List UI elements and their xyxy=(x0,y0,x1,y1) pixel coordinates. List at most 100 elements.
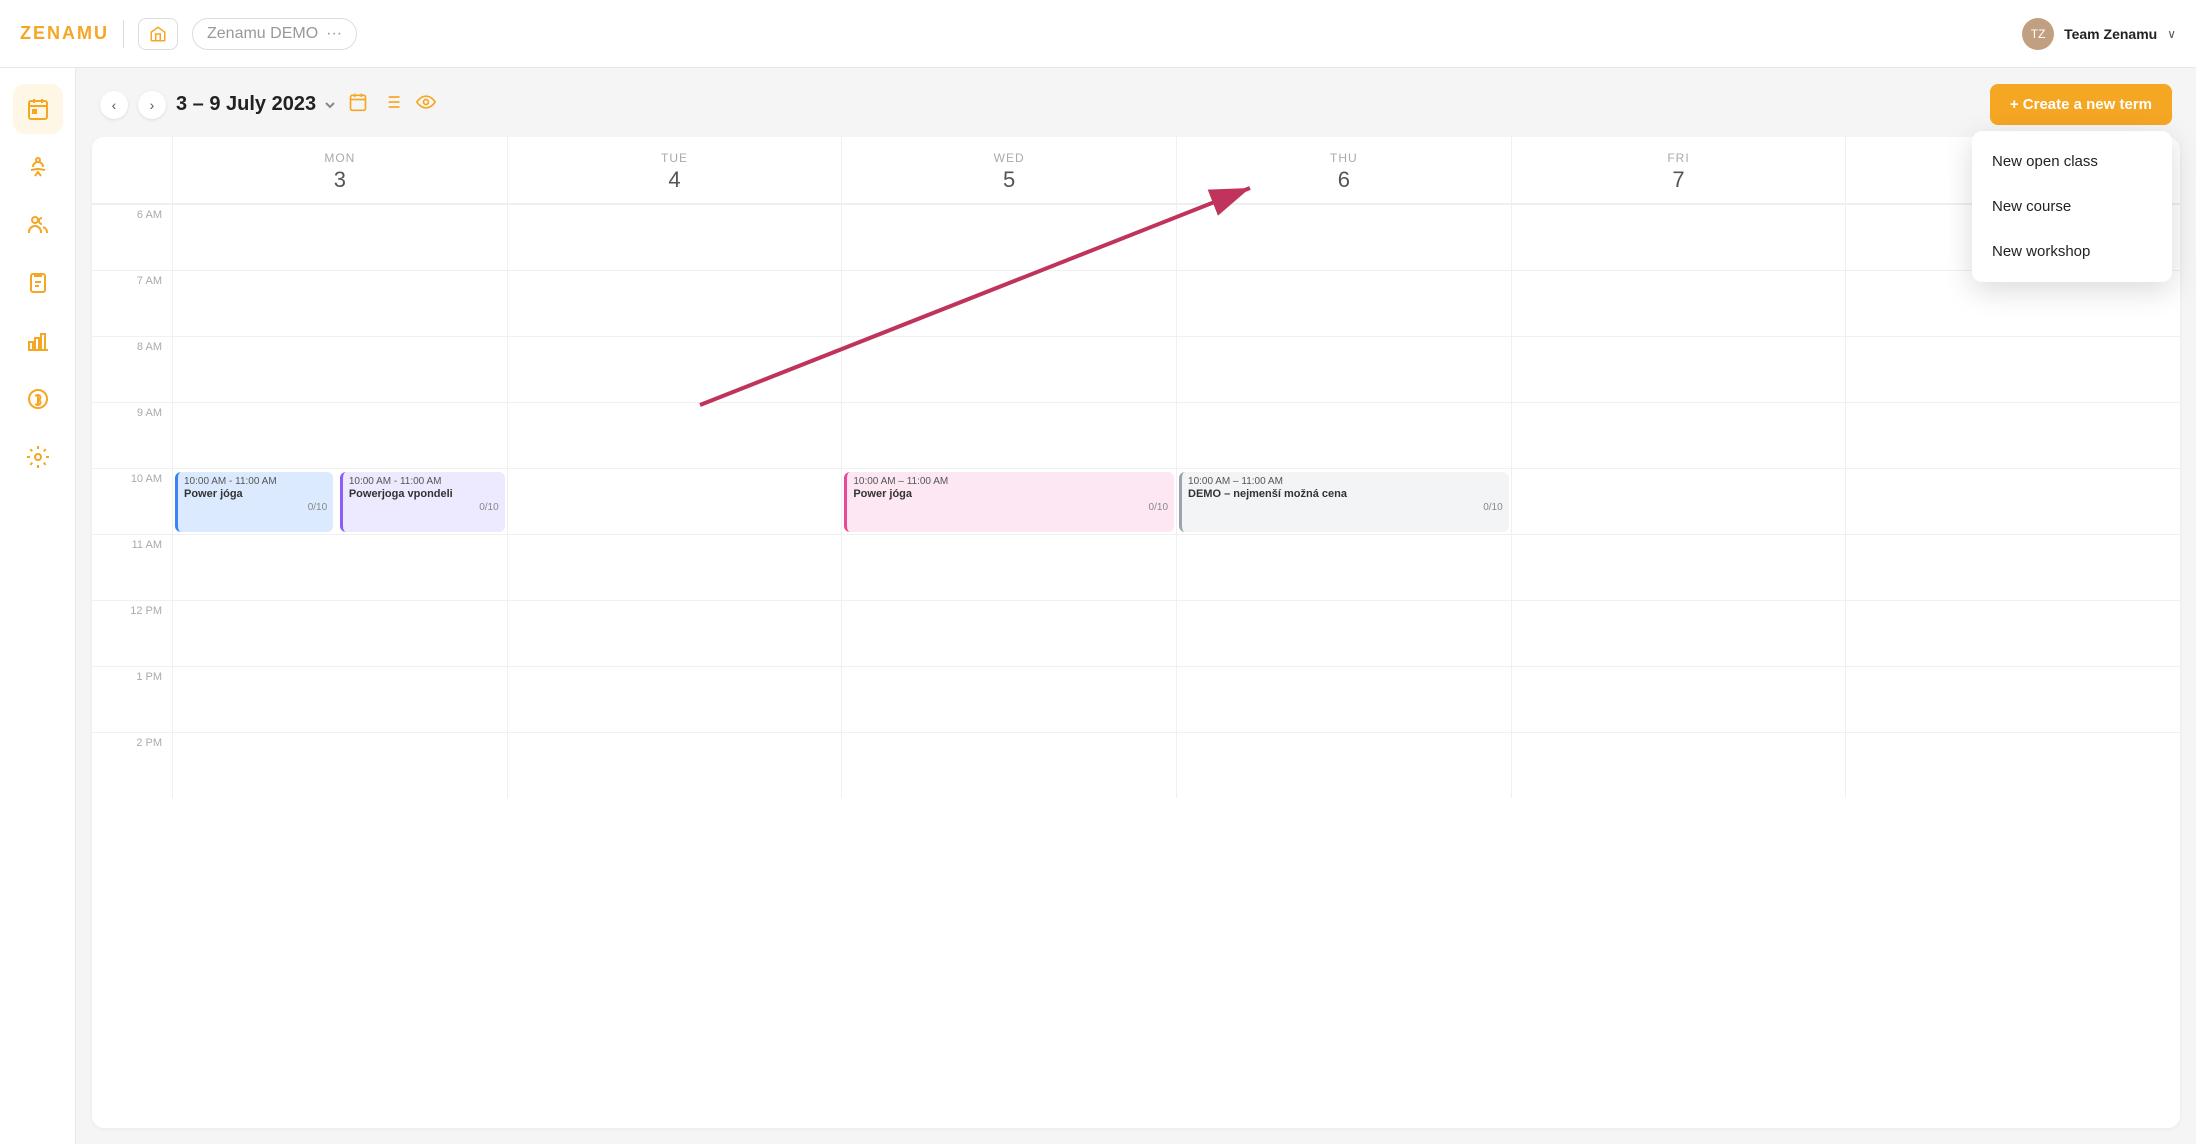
fri-slot-10am[interactable] xyxy=(1512,468,1846,534)
mon-slot-6am[interactable] xyxy=(173,204,507,270)
clipboard-icon xyxy=(26,271,50,295)
time-9am: 9 AM xyxy=(92,402,172,468)
sat-slot-8am[interactable] xyxy=(1846,336,2180,402)
event-power-joga-mon2[interactable]: 10:00 AM - 11:00 AM Powerjoga vpondeli 0… xyxy=(340,472,505,532)
new-course-item[interactable]: New course xyxy=(1972,184,2172,229)
home-icon xyxy=(149,25,167,43)
create-term-button[interactable]: + Create a new term xyxy=(1990,84,2172,125)
fri-slot-9am[interactable] xyxy=(1512,402,1846,468)
logo: ZENAMU xyxy=(20,23,109,44)
tue-slot-7am[interactable] xyxy=(508,270,842,336)
sidebar-item-chart[interactable] xyxy=(13,316,63,366)
sat-slot-1pm[interactable] xyxy=(1846,666,2180,732)
sat-slot-12pm[interactable] xyxy=(1846,600,2180,666)
tue-slot-6am[interactable] xyxy=(508,204,842,270)
day-col-fri[interactable] xyxy=(1511,204,1846,798)
fri-slot-11am[interactable] xyxy=(1512,534,1846,600)
create-term-label: + Create a new term xyxy=(2010,96,2152,113)
wed-slot-6am[interactable] xyxy=(842,204,1176,270)
list-view-icon[interactable] xyxy=(382,92,402,117)
sidebar-item-wellness[interactable] xyxy=(13,142,63,192)
sidebar-item-billing[interactable] xyxy=(13,374,63,424)
event-power-joga-wed[interactable]: 10:00 AM – 11:00 AM Power jóga 0/10 xyxy=(844,472,1174,532)
day-name-wed: WED xyxy=(846,151,1172,165)
next-week-button[interactable]: › xyxy=(138,91,166,119)
wed-slot-2pm[interactable] xyxy=(842,732,1176,798)
date-range-button[interactable]: 3 – 9 July 2023 xyxy=(176,93,338,116)
wed-slot-7am[interactable] xyxy=(842,270,1176,336)
wed-slot-8am[interactable] xyxy=(842,336,1176,402)
day-number-wed: 5 xyxy=(846,167,1172,193)
event-title: Powerjoga vpondeli xyxy=(349,488,499,500)
thu-slot-2pm[interactable] xyxy=(1177,732,1511,798)
mon-slot-12pm[interactable] xyxy=(173,600,507,666)
main-content: ‹ › 3 – 9 July 2023 xyxy=(76,68,2196,1144)
visibility-icon[interactable] xyxy=(416,92,436,117)
tue-slot-9am[interactable] xyxy=(508,402,842,468)
time-10am: 10 AM xyxy=(92,468,172,534)
thu-slot-11am[interactable] xyxy=(1177,534,1511,600)
wed-slot-12pm[interactable] xyxy=(842,600,1176,666)
thu-slot-8am[interactable] xyxy=(1177,336,1511,402)
sat-slot-10am[interactable] xyxy=(1846,468,2180,534)
thu-slot-12pm[interactable] xyxy=(1177,600,1511,666)
day-col-mon[interactable]: 10:00 AM - 11:00 AM Power jóga 0/10 10:0… xyxy=(172,204,507,798)
fri-slot-12pm[interactable] xyxy=(1512,600,1846,666)
tue-slot-1pm[interactable] xyxy=(508,666,842,732)
day-col-sat[interactable] xyxy=(1845,204,2180,798)
fri-slot-1pm[interactable] xyxy=(1512,666,1846,732)
day-col-tue[interactable] xyxy=(507,204,842,798)
event-power-joga-mon1[interactable]: 10:00 AM - 11:00 AM Power jóga 0/10 xyxy=(175,472,333,532)
tue-slot-10am[interactable] xyxy=(508,468,842,534)
fri-slot-6am[interactable] xyxy=(1512,204,1846,270)
event-capacity: 0/10 xyxy=(349,502,499,513)
wed-slot-9am[interactable] xyxy=(842,402,1176,468)
workspace-button[interactable]: Zenamu DEMO ··· xyxy=(192,18,357,50)
day-number-thu: 6 xyxy=(1181,167,1507,193)
calendar-view-icon[interactable] xyxy=(348,92,368,117)
people-icon xyxy=(26,213,50,237)
thu-slot-9am[interactable] xyxy=(1177,402,1511,468)
user-menu-chevron[interactable]: ∨ xyxy=(2167,27,2176,41)
tue-slot-2pm[interactable] xyxy=(508,732,842,798)
thu-slot-6am[interactable] xyxy=(1177,204,1511,270)
nav-divider xyxy=(123,20,124,48)
sidebar-item-calendar[interactable] xyxy=(13,84,63,134)
day-name-tue: TUE xyxy=(512,151,838,165)
time-1pm: 1 PM xyxy=(92,666,172,732)
sidebar-item-clipboard[interactable] xyxy=(13,258,63,308)
app-layout: ‹ › 3 – 9 July 2023 xyxy=(0,68,2196,1144)
mon-slot-2pm[interactable] xyxy=(173,732,507,798)
date-chevron-icon xyxy=(322,97,338,113)
fri-slot-2pm[interactable] xyxy=(1512,732,1846,798)
wed-slot-1pm[interactable] xyxy=(842,666,1176,732)
event-demo-thu[interactable]: 10:00 AM – 11:00 AM DEMO – nejmenší možn… xyxy=(1179,472,1509,532)
tue-slot-8am[interactable] xyxy=(508,336,842,402)
day-col-wed[interactable]: 10:00 AM – 11:00 AM Power jóga 0/10 xyxy=(841,204,1176,798)
sat-slot-2pm[interactable] xyxy=(1846,732,2180,798)
fri-slot-8am[interactable] xyxy=(1512,336,1846,402)
thu-slot-1pm[interactable] xyxy=(1177,666,1511,732)
time-2pm: 2 PM xyxy=(92,732,172,798)
home-button[interactable] xyxy=(138,18,178,50)
mon-slot-7am[interactable] xyxy=(173,270,507,336)
mon-slot-11am[interactable] xyxy=(173,534,507,600)
time-6am: 6 AM xyxy=(92,204,172,270)
mon-slot-8am[interactable] xyxy=(173,336,507,402)
new-workshop-item[interactable]: New workshop xyxy=(1972,229,2172,274)
prev-week-button[interactable]: ‹ xyxy=(100,91,128,119)
sidebar-item-people[interactable] xyxy=(13,200,63,250)
mon-slot-1pm[interactable] xyxy=(173,666,507,732)
sat-slot-9am[interactable] xyxy=(1846,402,2180,468)
event-title: Power jóga xyxy=(184,488,327,500)
mon-slot-9am[interactable] xyxy=(173,402,507,468)
sidebar-item-settings[interactable] xyxy=(13,432,63,482)
new-open-class-item[interactable]: New open class xyxy=(1972,139,2172,184)
thu-slot-7am[interactable] xyxy=(1177,270,1511,336)
tue-slot-12pm[interactable] xyxy=(508,600,842,666)
sat-slot-11am[interactable] xyxy=(1846,534,2180,600)
fri-slot-7am[interactable] xyxy=(1512,270,1846,336)
day-col-thu[interactable]: 10:00 AM – 11:00 AM DEMO – nejmenší možn… xyxy=(1176,204,1511,798)
tue-slot-11am[interactable] xyxy=(508,534,842,600)
wed-slot-11am[interactable] xyxy=(842,534,1176,600)
